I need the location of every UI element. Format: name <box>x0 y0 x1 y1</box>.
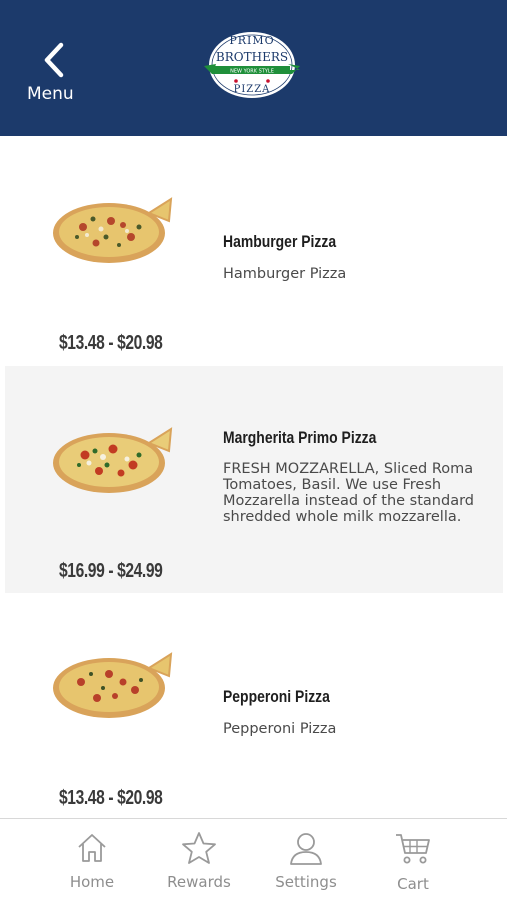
menu-item[interactable]: Margherita Primo Pizza FRESH MOZZARELLA,… <box>5 366 503 593</box>
menu-item[interactable]: Hamburger Pizza Hamburger Pizza $13.48 -… <box>5 136 503 363</box>
item-description: Hamburger Pizza <box>223 266 347 282</box>
item-price: $13.48 - $20.98 <box>59 332 163 354</box>
pizza-image <box>53 427 173 493</box>
logo-bottom-text: PIZZA <box>234 84 271 95</box>
tab-home-label: Home <box>69 873 115 891</box>
app-header: Menu PRIMO BROTHERS NEW YORK STYLE PIZZA <box>0 0 507 136</box>
item-price: $16.99 - $24.99 <box>59 560 163 582</box>
pizza-image <box>53 652 173 718</box>
primo-brothers-logo: PRIMO BROTHERS NEW YORK STYLE PIZZA <box>204 32 300 98</box>
item-description: Pepperoni Pizza <box>223 721 337 737</box>
logo-top-text: PRIMO <box>229 34 274 47</box>
menu-list: Hamburger Pizza Hamburger Pizza $13.48 -… <box>0 136 507 818</box>
tab-settings[interactable]: Settings <box>256 819 356 900</box>
chevron-left-icon <box>44 42 64 78</box>
item-name: Pepperoni Pizza <box>223 687 330 706</box>
person-icon <box>290 833 322 865</box>
logo-banner-text: NEW YORK STYLE <box>230 69 274 75</box>
back-button[interactable]: Menu <box>22 40 84 110</box>
logo-middle-text: BROTHERS <box>216 50 288 64</box>
cart-icon <box>396 834 430 864</box>
item-name: Margherita Primo Pizza <box>223 428 377 447</box>
back-label: Menu <box>27 84 74 104</box>
tab-home[interactable]: Home <box>42 819 142 900</box>
tab-settings-label: Settings <box>275 873 337 891</box>
item-name: Hamburger Pizza <box>223 232 337 251</box>
star-icon <box>182 832 216 864</box>
tab-rewards[interactable]: Rewards <box>149 819 249 900</box>
item-description: FRESH MOZZARELLA, Sliced Roma Tomatoes, … <box>223 461 474 525</box>
tab-cart[interactable]: Cart <box>363 819 463 900</box>
home-icon <box>78 834 106 862</box>
menu-item[interactable]: Pepperoni Pizza Pepperoni Pizza $13.48 -… <box>5 591 503 818</box>
tab-rewards-label: Rewards <box>167 873 231 891</box>
tab-cart-label: Cart <box>397 875 429 893</box>
pizza-image <box>53 197 173 263</box>
tab-bar: Home Rewards Settings Cart <box>0 818 507 900</box>
item-price: $13.48 - $20.98 <box>59 787 163 809</box>
